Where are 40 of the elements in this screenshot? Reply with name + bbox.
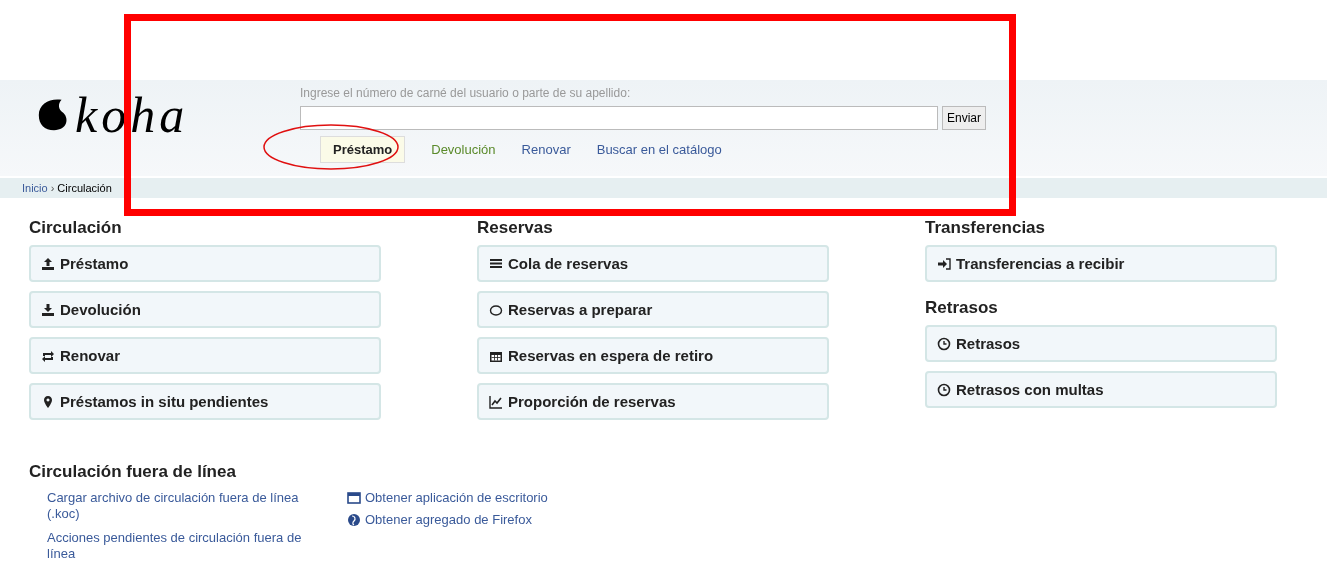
search-label: Ingrese el número de carné del usuario o parte de su apellido: (300, 86, 632, 100)
circulation-button[interactable]: Reservas a preparar (477, 291, 829, 328)
patron-search-field[interactable] (300, 106, 938, 130)
circulation-button[interactable]: Transferencias a recibir (925, 245, 1277, 282)
breadcrumb-link[interactable]: Inicio (22, 182, 48, 194)
upload-icon (41, 256, 55, 271)
clock-icon (937, 382, 951, 397)
section-heading: Reservas (477, 218, 554, 238)
circulation-button[interactable]: Reservas en espera de retiro (477, 337, 829, 374)
circulation-button[interactable]: Retrasos (925, 325, 1277, 362)
circulation-button[interactable]: Préstamos in situ pendientes (29, 383, 381, 420)
pin-icon (41, 394, 55, 409)
submit-button[interactable]: Enviar (942, 106, 986, 130)
circulation-button[interactable]: Retrasos con multas (925, 371, 1277, 408)
circle-icon (489, 302, 503, 317)
app-link[interactable]: Obtener aplicación de escritorio (365, 490, 548, 506)
circulation-button[interactable]: Devolución (29, 291, 381, 328)
download-icon (41, 302, 55, 317)
circulation-button[interactable]: Proporción de reservas (477, 383, 829, 420)
breadcrumb-separator: › (50, 182, 55, 194)
renew-icon (41, 348, 55, 363)
chart-icon (489, 394, 503, 409)
search-tab[interactable]: Devolución (431, 142, 496, 157)
search-tab[interactable]: Renovar (521, 142, 571, 157)
section-heading: Circulación fuera de línea (29, 462, 236, 481)
search-tab[interactable]: Buscar en el catálogo (596, 142, 722, 157)
circulation-button[interactable]: Préstamo (29, 245, 381, 282)
circulation-button[interactable]: Renovar (29, 337, 381, 374)
section-heading: Retrasos (925, 298, 999, 318)
queue-icon (489, 256, 503, 271)
offline-link[interactable]: Cargar archivo de circulación fuera de línea (.koc) (47, 490, 309, 522)
section-heading: Circulación (29, 218, 123, 238)
clock-icon (937, 336, 951, 351)
enter-icon (937, 256, 951, 271)
section-heading: Transferencias (925, 218, 1046, 238)
circulation-button[interactable]: Cola de reservas (477, 245, 829, 282)
search-tab[interactable]: Préstamo (320, 136, 406, 163)
offline-link[interactable]: Acciones pendientes de circulación fuera de línea (47, 530, 309, 562)
window-icon (347, 491, 361, 505)
app-link[interactable]: Obtener agregado de Firefox (365, 512, 532, 528)
